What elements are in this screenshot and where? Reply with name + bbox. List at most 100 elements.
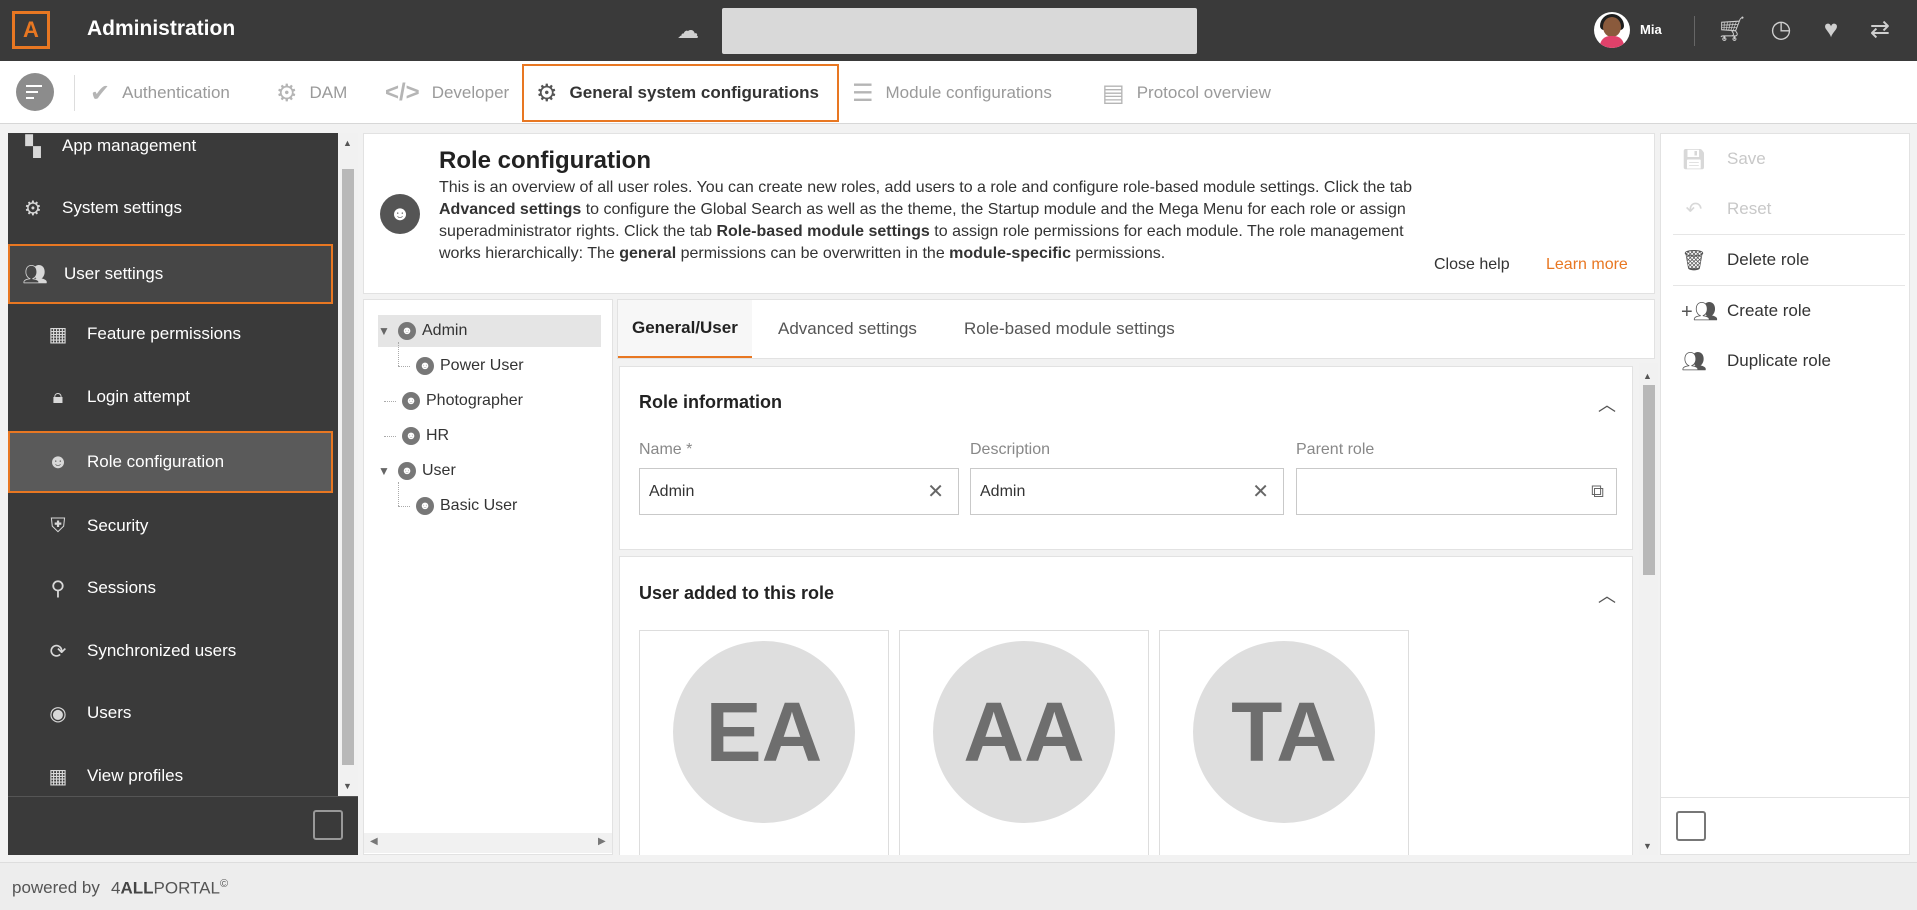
user-circle-icon: ◉ (49, 702, 67, 725)
save-icon: 💾︎ (1681, 148, 1707, 171)
description-field[interactable]: Admin ✕ (970, 468, 1284, 515)
sidebar-item-sessions[interactable]: ⚲ Sessions (8, 559, 333, 617)
upload-icon[interactable]: ☁ (677, 18, 699, 44)
menu-button[interactable] (16, 73, 54, 111)
trash-icon: 🗑︎ (1681, 249, 1707, 272)
nav-dam[interactable]: ⚙ DAM (264, 64, 359, 122)
sidebar-item-label: App management (62, 136, 197, 155)
sidebar-item-role-configuration[interactable]: ☻ Role configuration (8, 431, 333, 493)
clear-icon[interactable]: ✕ (1252, 479, 1269, 504)
footer: powered by 4ALLPORTAL© (0, 862, 1917, 910)
nav-general-system-configurations[interactable]: ⚙ General system configurations (522, 64, 839, 122)
nav-authentication[interactable]: ✔ Authentication (78, 64, 242, 122)
parent-role-label: Parent role (1296, 441, 1375, 458)
tree-horizontal-scrollbar[interactable]: ◀ ▶ (364, 833, 612, 853)
sidebar-item-feature-permissions[interactable]: ▦ Feature permissions (8, 305, 333, 363)
tab-bar: General/User Advanced settings Role-base… (617, 299, 1655, 359)
sidebar-item-system-settings[interactable]: ⚙ System settings (8, 179, 333, 237)
collapse-sidebar-icon[interactable] (313, 810, 343, 840)
feature-permission-icon: ▦ (48, 323, 68, 346)
scrollbar-thumb[interactable] (1643, 385, 1655, 575)
delete-role-button[interactable]: 🗑︎ Delete role (1661, 235, 1911, 285)
clock-icon[interactable]: ◷ (1766, 15, 1796, 45)
description-value: Admin (980, 482, 1026, 500)
name-field[interactable]: Admin ✕ (639, 468, 959, 515)
tree-node-power-user[interactable]: ☻ Power User (416, 350, 524, 382)
tree-node-label: Power User (440, 357, 524, 374)
user-tile[interactable]: TA (1159, 630, 1409, 855)
reset-button[interactable]: ↶ Reset (1661, 184, 1911, 234)
users-icon: 👥︎ (1681, 350, 1707, 373)
expand-toggle-icon[interactable]: ▼ (378, 464, 392, 478)
tab-role-based-module-settings[interactable]: Role-based module settings (950, 300, 1189, 358)
user-tile[interactable]: EA (639, 630, 889, 855)
sidebar-item-users[interactable]: ◉ Users (8, 684, 333, 742)
nav-developer[interactable]: </> Developer (373, 64, 521, 122)
create-role-button[interactable]: +👥︎ Create role (1661, 286, 1911, 336)
expand-toggle-icon[interactable]: ▼ (378, 324, 392, 338)
open-external-icon[interactable]: ⧉ (1591, 481, 1604, 502)
sidebar-item-user-settings[interactable]: 👥︎ User settings (8, 244, 333, 304)
global-search-input[interactable] (722, 8, 1197, 54)
sidebar-item-label: Security (87, 516, 149, 535)
sidebar-item-label: Synchronized users (87, 641, 237, 660)
users-in-role-card: User added to this role ︿ EA AA TA (619, 556, 1633, 855)
tree-node-photographer[interactable]: ☻ Photographer (402, 385, 523, 417)
chevron-up-icon[interactable]: ︿ (1598, 391, 1616, 417)
app-logo[interactable]: A (12, 11, 50, 49)
clear-icon[interactable]: ✕ (927, 479, 944, 504)
scroll-up-icon[interactable]: ▲ (1643, 371, 1652, 381)
scroll-right-icon[interactable]: ▶ (598, 836, 606, 847)
tree-node-user[interactable]: ▼ ☻ User (378, 455, 456, 487)
tab-advanced-settings[interactable]: Advanced settings (764, 300, 931, 358)
expand-panel-icon[interactable] (1676, 811, 1706, 841)
name-value: Admin (649, 482, 695, 500)
sidebar: ▚ App management ⚙ System settings 👥︎ Us… (8, 133, 358, 855)
sidebar-item-synchronized-users[interactable]: ⟳ Synchronized users (8, 622, 333, 680)
content-scrollbar[interactable]: ▲ ▼ (1639, 363, 1658, 855)
sidebar-scrollbar[interactable]: ▲ ▼ (338, 133, 358, 796)
scrollbar-thumb[interactable] (342, 169, 354, 765)
add-users-icon: +👥︎ (1681, 300, 1719, 323)
role-icon: ☻ (416, 497, 434, 515)
nav-protocol-overview[interactable]: ▤ Protocol overview (1090, 64, 1283, 122)
avatar[interactable] (1594, 12, 1630, 48)
close-help-link[interactable]: Close help (1434, 256, 1510, 274)
tab-general-user[interactable]: General/User (618, 300, 752, 358)
role-icon: ☻ (398, 322, 416, 340)
sidebar-item-label: View profiles (87, 766, 184, 785)
nav-module-configurations[interactable]: ☰ Module configurations (840, 64, 1064, 122)
cart-icon[interactable]: 🛒︎ (1717, 15, 1747, 45)
parent-role-field[interactable]: ⧉ (1296, 468, 1617, 515)
switch-icon[interactable]: ⇄ (1865, 15, 1895, 45)
tree-node-admin[interactable]: ▼ ☻ Admin (378, 315, 601, 347)
sidebar-item-app-management[interactable]: ▚ App management (8, 133, 333, 175)
save-button[interactable]: 💾︎ Save (1661, 134, 1911, 184)
sync-user-icon: ⟳ (49, 640, 67, 663)
nav-label: Protocol overview (1136, 83, 1271, 102)
role-information-card: Role information ︿ Name * Admin ✕ Descri… (619, 366, 1633, 550)
sidebar-item-view-profiles[interactable]: ▦ View profiles (8, 747, 333, 796)
role-icon: ☻ (380, 194, 420, 234)
tree-node-hr[interactable]: ☻ HR (402, 420, 449, 452)
user-tile[interactable]: AA (899, 630, 1149, 855)
role-icon: ☻ (402, 392, 420, 410)
action-label: Duplicate role (1727, 351, 1831, 370)
duplicate-role-button[interactable]: 👥︎ Duplicate role (1661, 336, 1911, 386)
username[interactable]: Mia (1640, 22, 1662, 37)
app-title: Administration (87, 17, 236, 40)
user-avatar: EA (673, 641, 855, 823)
scroll-down-icon[interactable]: ▼ (1643, 841, 1652, 851)
sidebar-item-security[interactable]: ⛨ Security (8, 497, 333, 555)
session-icon: ⚲ (50, 577, 66, 600)
tree-node-basic-user[interactable]: ☻ Basic User (416, 490, 517, 522)
lock-icon: 🔒︎ (52, 385, 64, 408)
scroll-down-icon[interactable]: ▼ (343, 781, 352, 791)
heart-icon[interactable]: ♥ (1816, 15, 1846, 45)
scroll-up-icon[interactable]: ▲ (343, 138, 352, 148)
chevron-up-icon[interactable]: ︿ (1598, 582, 1616, 608)
learn-more-link[interactable]: Learn more (1546, 256, 1628, 274)
sidebar-item-login-attempt[interactable]: 🔒︎ Login attempt (8, 368, 333, 426)
scroll-left-icon[interactable]: ◀ (370, 836, 378, 847)
tree-node-label: Photographer (426, 392, 523, 409)
